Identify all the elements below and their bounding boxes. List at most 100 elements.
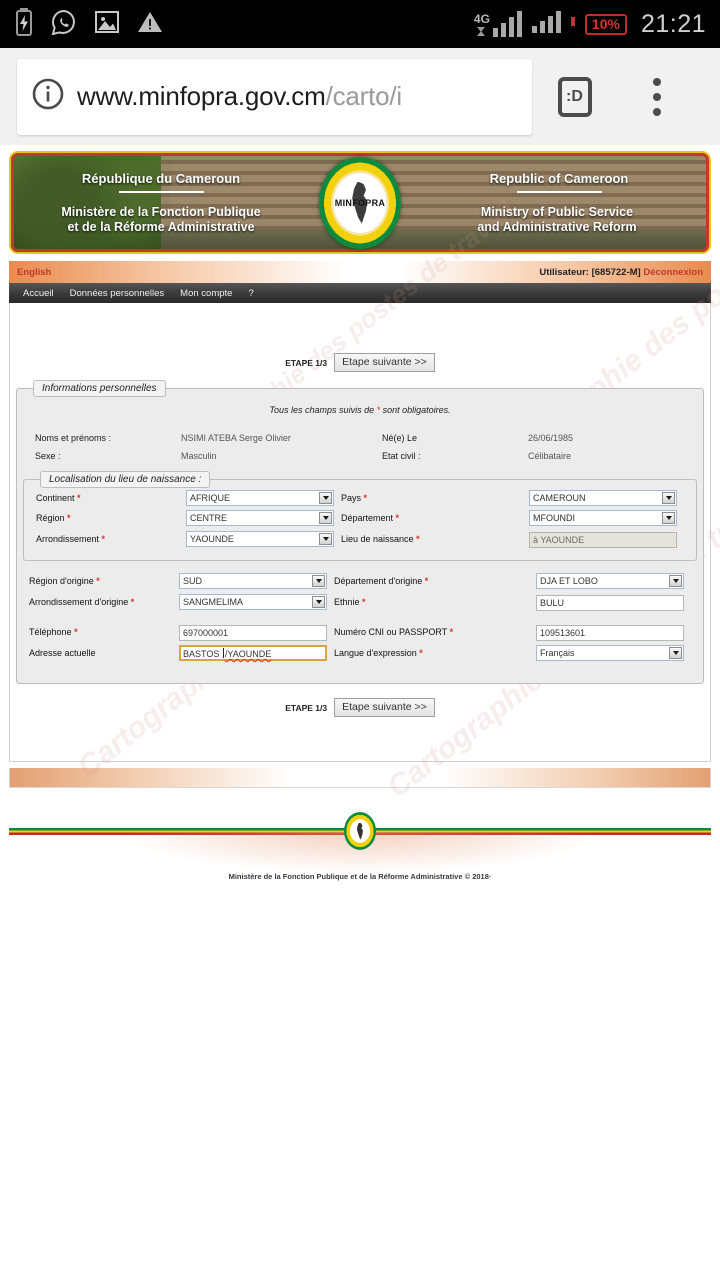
chevron-down-icon <box>669 647 682 659</box>
browser-toolbar: www.minfopra.gov.cm/carto/i :D <box>0 48 720 145</box>
chevron-down-icon <box>319 533 332 545</box>
footer-minfopra-logo-icon <box>344 812 376 850</box>
tab-count-icon: :D <box>557 76 592 117</box>
browser-menu-button[interactable] <box>617 77 697 116</box>
logout-link[interactable]: Déconnexion <box>643 267 703 278</box>
value-date-naissance: 26/06/1985 <box>528 433 574 443</box>
banner-fr-ministry: Ministère de la Fonction Publique et de … <box>21 205 301 236</box>
logo-text: MINFOPRA <box>334 197 386 208</box>
battery-percent-label: 10% <box>584 13 627 35</box>
chevron-down-icon <box>319 492 332 504</box>
field-region-origine[interactable]: SUD <box>179 571 334 591</box>
field-adresse-actuelle[interactable]: BASTOS /YAOUNDE <box>179 643 334 663</box>
birth-location-grid: Continent * AFRIQUE Pays * CAMEROUN Régi… <box>24 488 696 550</box>
banner-fr-country: République du Cameroun <box>31 171 291 193</box>
copyright-text: Ministère de la Fonction Publique et de … <box>228 872 492 881</box>
region-select-value: CENTRE <box>190 513 228 523</box>
address-bar[interactable]: www.minfopra.gov.cm/carto/i <box>17 58 532 135</box>
langue-expression-select[interactable]: Français <box>536 645 684 661</box>
battery-level-icon <box>570 15 576 33</box>
banner-trees <box>11 153 171 252</box>
region-select[interactable]: CENTRE <box>186 510 334 526</box>
continent-select[interactable]: AFRIQUE <box>186 490 334 506</box>
field-region[interactable]: CENTRE <box>186 508 341 528</box>
status-right-indicators: 4G 10% 21:21 <box>474 10 706 39</box>
required-note-before: Tous les champs suivis de <box>269 405 377 415</box>
birth-location-fieldset: Localisation du lieu de naissance : Cont… <box>23 471 697 561</box>
ethnie-input[interactable] <box>536 595 684 611</box>
continent-select-value: AFRIQUE <box>190 493 231 503</box>
site-info-icon[interactable] <box>31 77 65 116</box>
user-label: Utilisateur: [685722-M] <box>539 266 641 278</box>
label-departement: Département * <box>341 513 400 523</box>
nav-item-accueil[interactable]: Accueil <box>15 288 62 299</box>
pays-select[interactable]: CAMEROUN <box>529 490 677 506</box>
field-lieu-naissance[interactable] <box>529 528 684 550</box>
label-date-naissance: Né(e) Le <box>382 433 418 443</box>
arrondissement-select[interactable]: YAOUNDE <box>186 531 334 547</box>
adresse-part-2: /YAOUNDE <box>224 649 272 659</box>
chevron-down-icon <box>312 596 325 608</box>
nav-item-donnees-personnelles[interactable]: Données personnelles <box>62 288 173 299</box>
battery-charging-icon <box>14 7 34 41</box>
image-icon <box>94 10 120 39</box>
minfopra-logo-icon: MINFOPRA <box>319 156 401 249</box>
telephone-input[interactable] <box>179 625 327 641</box>
field-arrondissement-origine[interactable]: SANGMELIMA <box>179 592 334 612</box>
site-banner: République du Cameroun Ministère de la F… <box>9 151 711 254</box>
field-pays[interactable]: CAMEROUN <box>529 488 684 508</box>
pays-select-value: CAMEROUN <box>533 493 586 503</box>
banner-fr-ministry-l1: Ministère de la Fonction Publique <box>61 205 261 219</box>
personal-info-legend: Informations personnelles <box>33 380 166 397</box>
signal-sim2-icon <box>531 10 562 38</box>
field-arrondissement[interactable]: YAOUNDE <box>186 529 341 549</box>
label-arrondissement: Arrondissement * <box>36 534 106 544</box>
next-step-button-bottom[interactable]: Etape suivante >> <box>334 698 435 717</box>
cni-passport-input[interactable] <box>536 625 684 641</box>
network-type-label: 4G <box>473 12 490 26</box>
banner-en-ministry: Ministry of Public Service and Administr… <box>417 205 697 236</box>
android-status-bar: 4G 10% 21:21 <box>0 0 720 48</box>
step-navigation-top: ETAPE 1/3 Etape suivante >> <box>10 353 710 372</box>
step-label: ETAPE 1/3 <box>285 357 328 368</box>
nav-item-help[interactable]: ? <box>240 288 261 299</box>
label-cni-passport: Numéro CNI ou PASSPORT * <box>334 627 454 637</box>
language-link[interactable]: English <box>17 267 51 278</box>
adresse-part-1: BASTOS <box>183 649 222 659</box>
field-departement[interactable]: MFOUNDI <box>529 508 684 528</box>
adresse-actuelle-input[interactable]: BASTOS /YAOUNDE <box>179 645 327 661</box>
field-langue-expression[interactable]: Français <box>536 643 691 663</box>
text-caret <box>222 648 224 658</box>
label-region-origine: Région d'origine * <box>29 576 100 586</box>
required-note-after: sont obligatoires. <box>380 405 451 415</box>
footer-cameroon-map-shape <box>356 822 363 840</box>
footer-decoration <box>0 806 720 872</box>
banner-underline-fr <box>118 190 204 193</box>
banner-en-country: Republic of Cameroon <box>429 171 689 193</box>
region-origine-select[interactable]: SUD <box>179 573 327 589</box>
chevron-down-icon <box>312 575 325 587</box>
field-telephone[interactable] <box>179 621 334 643</box>
nav-item-mon-compte[interactable]: Mon compte <box>172 288 240 299</box>
departement-select-value: MFOUNDI <box>533 513 575 523</box>
field-continent[interactable]: AFRIQUE <box>186 488 341 508</box>
lieu-naissance-input[interactable] <box>529 532 677 548</box>
next-step-button[interactable]: Etape suivante >> <box>334 353 435 372</box>
label-langue-expression: Langue d'expression * <box>334 648 423 658</box>
arrondissement-select-value: YAOUNDE <box>190 534 234 544</box>
tab-switcher-button[interactable]: :D <box>532 76 617 117</box>
user-info: Utilisateur: [685722-M] Déconnexion <box>539 267 703 278</box>
departement-origine-select[interactable]: DJA ET LOBO <box>536 573 684 589</box>
departement-select[interactable]: MFOUNDI <box>529 510 677 526</box>
departement-origine-select-value: DJA ET LOBO <box>540 576 598 586</box>
chevron-down-icon <box>662 492 675 504</box>
url-path: /carto/i <box>325 81 403 111</box>
field-departement-origine[interactable]: DJA ET LOBO <box>536 571 691 591</box>
banner-en-ministry-l2: and Administrative Reform <box>477 220 637 235</box>
arrondissement-origine-select[interactable]: SANGMELIMA <box>179 594 327 610</box>
label-telephone: Téléphone * <box>29 627 78 637</box>
field-cni-passport[interactable] <box>536 621 691 643</box>
value-sexe: Masculin <box>181 451 217 461</box>
field-ethnie[interactable] <box>536 591 691 613</box>
value-etat-civil: Célibataire <box>528 451 572 461</box>
